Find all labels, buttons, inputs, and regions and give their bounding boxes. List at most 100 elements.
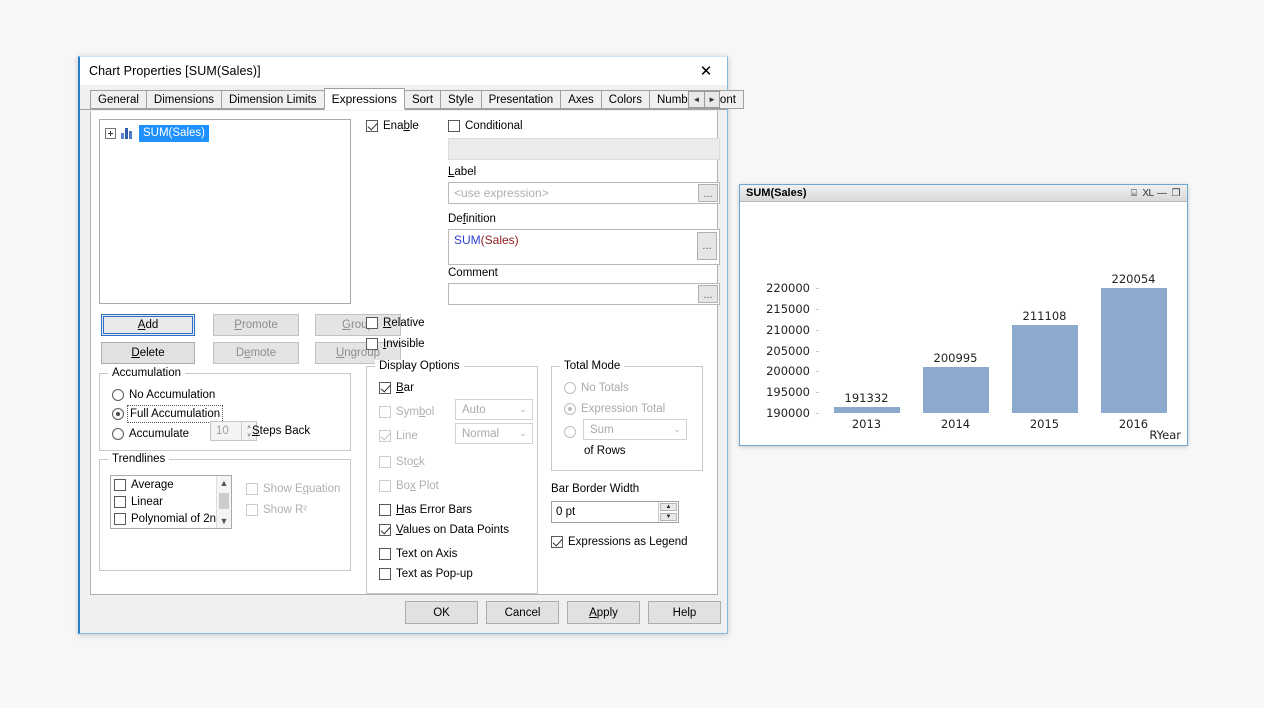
checkbox-symbol[interactable]: Symbol bbox=[379, 405, 434, 419]
ok-button[interactable]: OK bbox=[405, 601, 478, 624]
label-ellipsis-button[interactable]: ... bbox=[698, 184, 718, 202]
conditional-input[interactable] bbox=[448, 138, 720, 160]
checkbox-invisible[interactable]: Invisible bbox=[366, 337, 425, 351]
checkbox-polynomial-3rd[interactable]: Polynomial of 3rd d bbox=[114, 529, 229, 530]
checkbox-values-on-data-points[interactable]: Values on Data Points bbox=[379, 523, 509, 537]
close-icon[interactable]: ✕ bbox=[685, 57, 727, 85]
checkbox-show-equation[interactable]: Show Equation bbox=[246, 482, 340, 496]
checkbox-polynomial-2nd[interactable]: Polynomial of 2nd d bbox=[114, 512, 231, 526]
tab-axes[interactable]: Axes bbox=[560, 90, 602, 109]
list-item[interactable]: Average bbox=[111, 476, 231, 493]
symbol-type-dropdown[interactable]: Auto ⌄ bbox=[455, 399, 533, 420]
list-item[interactable]: Linear bbox=[111, 493, 231, 510]
tab-style[interactable]: Style bbox=[440, 90, 482, 109]
bar-chart-icon bbox=[121, 127, 135, 139]
checkbox-stock[interactable]: Stock bbox=[379, 455, 425, 469]
trendlines-scrollbar[interactable]: ▲ ▼ bbox=[216, 476, 231, 528]
chevron-down-icon[interactable]: ⌄ bbox=[668, 424, 686, 435]
radio-mark bbox=[112, 408, 124, 420]
checkbox-line[interactable]: Line bbox=[379, 429, 418, 443]
chart-bar[interactable] bbox=[1100, 287, 1167, 413]
scroll-down-icon[interactable]: ▼ bbox=[217, 514, 231, 528]
steps-back-stepper[interactable]: 10 ▲ ▼ bbox=[210, 421, 257, 441]
checkbox-show-r2[interactable]: Show R² bbox=[246, 503, 307, 517]
chevron-right-icon[interactable]: ► bbox=[704, 92, 719, 107]
y-axis-tick-label: 195000 bbox=[766, 385, 810, 400]
radio-no-totals[interactable]: No Totals bbox=[564, 381, 629, 395]
radio-expression-total[interactable]: Expression Total bbox=[564, 402, 665, 416]
tab-presentation[interactable]: Presentation bbox=[480, 90, 562, 109]
expand-plus-icon[interactable] bbox=[105, 127, 116, 139]
bar-border-width-stepper[interactable]: 0 pt ▲ ▼ bbox=[551, 501, 679, 523]
checkbox-label: Text on Axis bbox=[396, 548, 458, 560]
help-button[interactable]: Help bbox=[648, 601, 721, 624]
tab-general[interactable]: General bbox=[90, 90, 147, 109]
tab-strip: General Dimensions Dimension Limits Expr… bbox=[80, 88, 744, 110]
checkbox-mark bbox=[114, 512, 126, 525]
checkbox-expressions-as-legend[interactable]: Expressions as Legend bbox=[551, 535, 688, 549]
comment-caption: Comment bbox=[448, 267, 498, 279]
list-item[interactable]: Polynomial of 2nd d bbox=[111, 510, 231, 527]
checkbox-relative[interactable]: Relative bbox=[366, 316, 425, 330]
radio-accumulate-steps[interactable]: Accumulate bbox=[112, 427, 189, 441]
bar-value-label: 211108 bbox=[1022, 309, 1067, 324]
export-excel-icon[interactable]: XL bbox=[1141, 187, 1155, 200]
expression-tree[interactable]: SUM(Sales) bbox=[99, 119, 351, 304]
scrollbar-thumb[interactable] bbox=[219, 493, 229, 509]
line-style-dropdown[interactable]: Normal ⌄ bbox=[455, 423, 533, 444]
trendlines-list[interactable]: Average Linear Polynomial of 2nd d ▲ ▼ bbox=[110, 475, 232, 529]
chart-bar[interactable] bbox=[922, 367, 989, 413]
chevron-down-icon[interactable]: ⌄ bbox=[514, 404, 532, 415]
demote-button[interactable]: Demote bbox=[213, 342, 299, 364]
print-icon[interactable]: ⌸ bbox=[1127, 187, 1141, 200]
comment-ellipsis-button[interactable]: ... bbox=[698, 285, 718, 303]
list-item[interactable]: Polynomial of 3rd d bbox=[111, 527, 231, 530]
checkbox-label: Show Equation bbox=[263, 483, 341, 495]
stepper-arrows[interactable]: ▲ ▼ bbox=[658, 502, 678, 522]
minimize-icon[interactable]: — bbox=[1155, 187, 1169, 200]
checkbox-label: Bar bbox=[396, 382, 414, 394]
tab-dimensions[interactable]: Dimensions bbox=[145, 90, 222, 109]
tab-colors[interactable]: Colors bbox=[600, 90, 650, 109]
chevron-down-icon[interactable]: ⌄ bbox=[514, 428, 532, 439]
checkbox-average[interactable]: Average bbox=[114, 478, 174, 492]
checkbox-linear[interactable]: Linear bbox=[114, 495, 163, 509]
stepper-up-icon[interactable]: ▲ bbox=[660, 503, 677, 511]
stepper-down-icon[interactable]: ▼ bbox=[660, 513, 677, 521]
checkbox-bar[interactable]: Bar bbox=[379, 381, 414, 395]
aggregation-dropdown[interactable]: Sum ⌄ bbox=[583, 419, 687, 440]
cancel-button[interactable]: Cancel bbox=[486, 601, 559, 624]
checkbox-has-error-bars[interactable]: Has Error Bars bbox=[379, 503, 472, 517]
checkbox-label: Has Error Bars bbox=[396, 504, 473, 516]
radio-no-accumulation[interactable]: No Accumulation bbox=[112, 388, 215, 402]
radio-label: Accumulate bbox=[129, 428, 190, 440]
checkbox-text-on-axis[interactable]: Text on Axis bbox=[379, 547, 457, 561]
dialog-titlebar: Chart Properties [SUM(Sales)] ✕ bbox=[80, 57, 727, 85]
checkbox-conditional[interactable]: Conditional bbox=[448, 119, 523, 133]
definition-input[interactable]: SUM(Sales) ... bbox=[448, 229, 720, 265]
scroll-up-icon[interactable]: ▲ bbox=[217, 476, 231, 490]
maximize-icon[interactable]: ❐ bbox=[1169, 187, 1183, 200]
apply-button[interactable]: Apply bbox=[567, 601, 640, 624]
add-button[interactable]: Add bbox=[101, 314, 195, 336]
chart-bar[interactable] bbox=[1011, 325, 1078, 413]
x-axis-title: RYear bbox=[1149, 428, 1181, 442]
checkbox-box-plot[interactable]: Box Plot bbox=[379, 479, 439, 493]
comment-input[interactable]: ... bbox=[448, 283, 720, 305]
chart-bar[interactable] bbox=[833, 407, 900, 413]
tab-expressions[interactable]: Expressions bbox=[323, 88, 405, 110]
tree-item-sum-sales[interactable]: SUM(Sales) bbox=[103, 124, 347, 142]
checkbox-mark bbox=[379, 406, 391, 418]
radio-aggregation[interactable] bbox=[564, 426, 581, 438]
radio-full-accumulation[interactable]: Full Accumulation bbox=[112, 405, 224, 423]
delete-button[interactable]: Delete bbox=[101, 342, 195, 364]
tab-dimension-limits[interactable]: Dimension Limits bbox=[221, 90, 325, 109]
label-input[interactable]: <use expression> ... bbox=[448, 182, 720, 204]
definition-ellipsis-button[interactable]: ... bbox=[697, 232, 717, 260]
tab-sort[interactable]: Sort bbox=[403, 90, 442, 109]
checkbox-text-as-popup[interactable]: Text as Pop-up bbox=[379, 567, 473, 581]
promote-button[interactable]: Promote bbox=[213, 314, 299, 336]
y-axis-tick-mark bbox=[816, 371, 819, 373]
chevron-left-icon[interactable]: ◄ bbox=[689, 92, 704, 107]
checkbox-enable[interactable]: Enable bbox=[366, 119, 419, 133]
